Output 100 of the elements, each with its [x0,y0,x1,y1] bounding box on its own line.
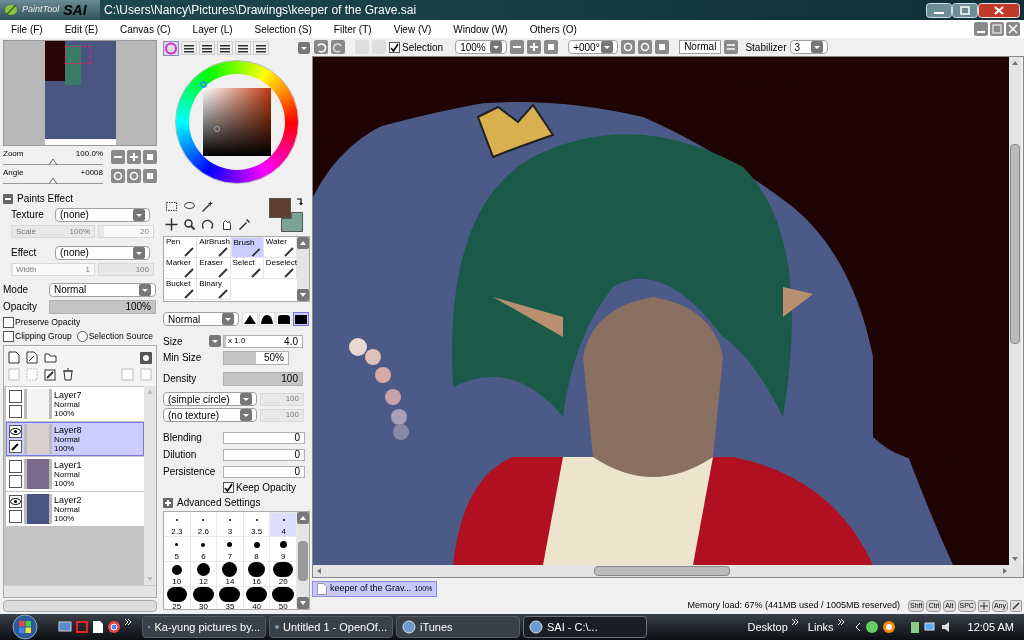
hue-marker[interactable] [199,81,207,88]
layer-item[interactable]: Layer1 Normal 100% [6,457,144,491]
brush-tool[interactable]: Pen [164,237,198,258]
blend-mode-field[interactable]: Normal [679,40,722,54]
monitor-icon[interactable] [58,620,72,634]
rotate-left-icon[interactable] [111,168,125,183]
checkbox[interactable] [3,331,14,342]
min-size-slider[interactable]: 50% [223,350,289,365]
slider-thumb[interactable] [49,158,57,165]
visibility-toggle[interactable] [9,390,22,403]
browser-icon[interactable] [107,620,121,634]
zoom-in-icon[interactable] [527,40,542,54]
lock-toggle[interactable] [9,405,22,418]
brush-size-item[interactable]: 8 [243,537,271,562]
brush-edge-icon[interactable] [293,312,309,326]
scrollbar[interactable] [144,386,156,585]
opacity-slider[interactable]: 100% [49,299,156,314]
horizontal-scrollbar[interactable] [313,565,1023,577]
parameter-slider[interactable]: 0 [223,448,305,461]
reset-icon[interactable] [544,40,559,54]
taskbar-button[interactable]: Untitled 1 - OpenOf... [269,616,393,638]
brush-tool[interactable]: Brush [230,237,264,258]
palette-grid-icon[interactable] [235,41,251,55]
brush-size-item[interactable]: 14 [217,562,244,587]
brush-size-item[interactable]: 3 [217,512,244,537]
minimize-icon[interactable] [926,2,952,18]
menu-item[interactable]: Edit (E) [53,21,109,37]
color-wheel-tab-icon[interactable] [163,40,179,56]
horizontal-scrollbar[interactable] [4,585,156,597]
visibility-toggle[interactable] [9,460,22,473]
brush-tool[interactable]: AirBrush [197,237,231,258]
redo-icon[interactable] [331,40,345,54]
slider-track[interactable] [3,157,103,165]
brush-tool[interactable]: Bucket [164,279,198,300]
zoom-out-icon[interactable] [510,40,525,54]
expand-icon[interactable] [163,497,173,508]
brush-size-item[interactable]: 7 [217,537,244,562]
menu-item[interactable]: Others (O) [518,21,588,37]
zoom-in-icon[interactable] [127,149,141,164]
menu-item[interactable]: View (V) [382,21,443,37]
chevron-icon[interactable] [124,618,132,626]
visibility-toggle[interactable] [9,495,22,508]
effect-dropdown[interactable]: (none) [55,245,150,260]
brush-tool[interactable]: Marker [164,258,198,279]
checkbox[interactable] [223,482,234,493]
zoom-out-icon[interactable] [111,149,125,164]
taskbar-toolbar[interactable]: Links [807,618,834,636]
collapse-icon[interactable] [3,193,13,204]
zoom-dropdown[interactable]: 100% [455,40,508,54]
chevron-icon[interactable] [836,618,845,626]
flip-icon[interactable] [724,40,739,54]
taskbar-button[interactable]: SAI - C:\... [523,616,647,638]
menu-item[interactable]: Layer (L) [181,21,244,37]
layer-item[interactable]: Layer7 Normal 100% [6,387,144,421]
radio-button[interactable] [76,331,88,342]
swap-arrow-icon[interactable] [296,198,304,206]
lock-toggle[interactable] [9,510,22,523]
scratchpad-icon[interactable] [253,41,269,55]
brush-texture-dropdown[interactable]: (no texture) [163,408,257,422]
density-slider[interactable]: 100 [223,371,303,386]
parameter-slider[interactable]: 0 [223,431,305,444]
taskbar-button[interactable]: Ka-yung pictures by... [142,616,266,638]
layer-item[interactable]: Layer8 Normal 100% [6,422,144,456]
parameter-slider[interactable]: 0 [223,465,305,478]
move-icon[interactable] [163,216,180,233]
reset-icon[interactable] [143,149,157,164]
lock-toggle[interactable] [9,440,22,453]
scrollbar-thumb[interactable] [594,566,730,576]
swatches-icon[interactable] [217,41,233,55]
menu-item[interactable]: Canvas (C) [109,21,182,37]
menu-item[interactable]: Window (W) [442,21,519,37]
lock-toggle[interactable] [9,475,22,488]
brush-shape-dropdown[interactable]: (simple circle) [163,392,257,406]
menu-item[interactable]: Selection (S) [243,21,323,37]
visibility-toggle[interactable] [9,425,22,438]
size-slider[interactable]: x 1.0 4.0 [223,334,303,348]
scrollbar[interactable] [1009,57,1021,565]
rgb-sliders-icon[interactable] [181,41,197,55]
taskbar-button[interactable]: iTunes [396,616,520,638]
blend-mode-dropdown[interactable]: Normal [163,312,239,326]
primary-color-swatch[interactable] [269,198,291,218]
reset-icon[interactable] [655,40,670,54]
brush-tool[interactable]: Eraser [197,258,231,279]
scrollbar-thumb[interactable] [298,540,308,581]
hsv-sliders-icon[interactable] [199,41,215,55]
undo-icon[interactable] [314,40,328,54]
layer-item[interactable]: Layer2 Normal 100% [6,492,144,526]
circle-icon[interactable] [881,620,896,634]
brush-size-item[interactable]: 2.6 [190,512,218,537]
texture-dropdown[interactable]: (none) [55,207,150,222]
brush-size-item[interactable]: 5 [164,537,191,562]
clock[interactable]: 12:05 AM [967,618,1014,636]
mode-dropdown[interactable]: Normal [49,282,156,297]
slider-thumb[interactable] [49,177,57,184]
scrollbar[interactable] [297,512,309,609]
brush-tool[interactable]: Binary [197,279,231,300]
menu-item[interactable]: File (F) [0,21,54,37]
brush-size-item[interactable]: 10 [164,562,191,587]
view-rectangle[interactable] [64,46,91,64]
brush-size-item[interactable]: 12 [190,562,218,587]
